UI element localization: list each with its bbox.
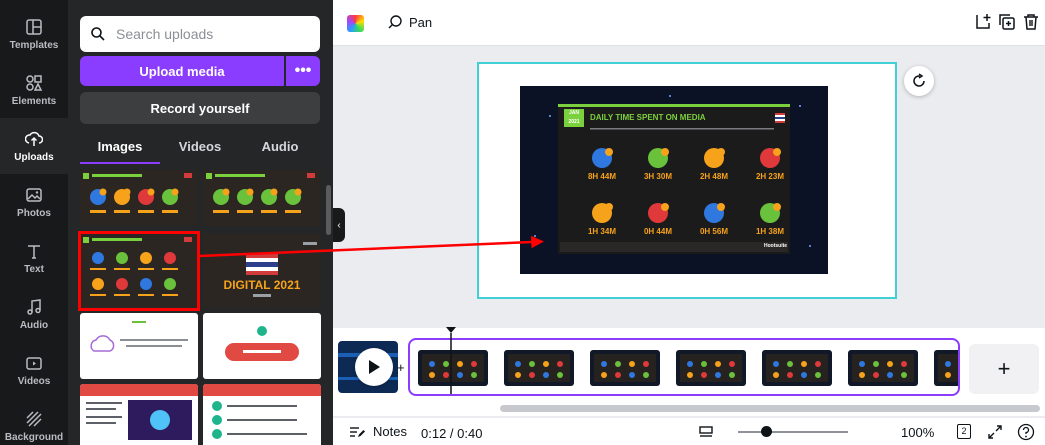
scrollbar-thumb[interactable]: [500, 405, 1040, 412]
add-page-button[interactable]: +: [969, 344, 1039, 394]
page-frame[interactable]: [848, 350, 918, 386]
frame-image: [680, 354, 742, 382]
notes-icon: [350, 426, 365, 437]
zoom-level[interactable]: 100%: [901, 425, 934, 440]
page-count-button[interactable]: 2: [957, 424, 971, 439]
notes-label: Notes: [373, 424, 407, 439]
insert-clip-icon[interactable]: +: [397, 360, 405, 375]
frame-image: [594, 354, 656, 382]
timer: 0:12 / 0:40: [421, 426, 483, 441]
notes-button[interactable]: Notes: [349, 424, 407, 439]
page-frame[interactable]: [762, 350, 832, 386]
page-frame[interactable]: [504, 350, 574, 386]
play-button[interactable]: [355, 348, 393, 386]
playhead[interactable]: [444, 326, 458, 396]
zoom-slider-knob[interactable]: [761, 426, 772, 437]
page-frame[interactable]: [590, 350, 660, 386]
play-icon: [369, 360, 380, 374]
page-frame[interactable]: [676, 350, 746, 386]
page-frame[interactable]: [934, 350, 958, 386]
fullscreen-icon[interactable]: [987, 424, 1003, 440]
help-icon[interactable]: [1017, 423, 1035, 441]
frame-image: [938, 354, 958, 382]
frame-image: [852, 354, 914, 382]
page-strip[interactable]: [408, 338, 960, 396]
plus-icon: +: [997, 356, 1011, 381]
timeline-scrollbar[interactable]: [345, 402, 1045, 414]
timeline-toggle-icon[interactable]: [698, 424, 714, 440]
zoom-slider[interactable]: [738, 431, 848, 433]
frame-image: [766, 354, 828, 382]
bottom-bar: Notes 0:12 / 0:40 100% 2: [333, 418, 1045, 445]
frame-image: [508, 354, 570, 382]
